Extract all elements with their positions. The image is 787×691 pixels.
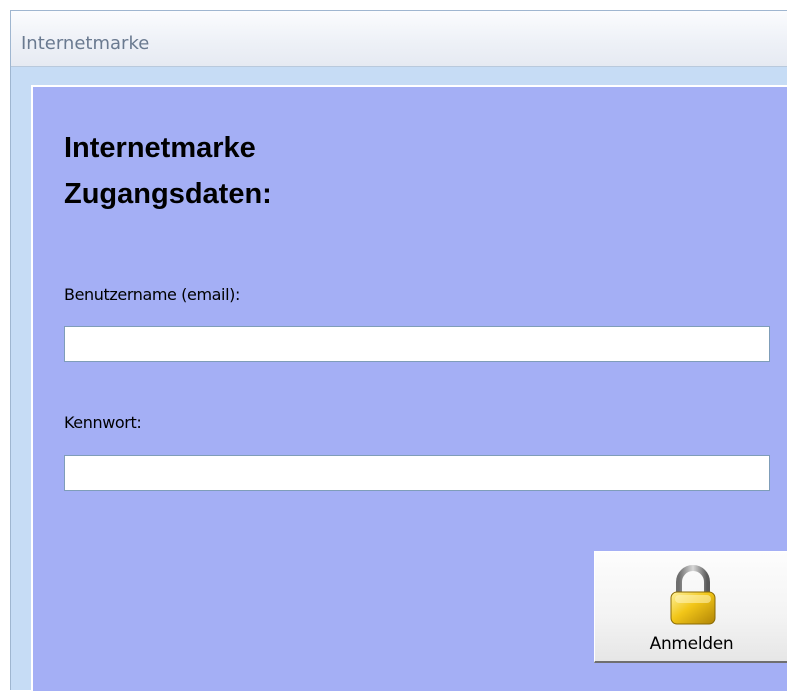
login-button[interactable]: Anmelden (594, 551, 787, 663)
username-input[interactable] (64, 326, 770, 362)
login-panel: Internetmarke Zugangsdaten: Benutzername… (31, 85, 787, 691)
form-heading: Internetmarke Zugangsdaten: (64, 125, 272, 217)
title-bar: Internetmarke (11, 11, 787, 67)
form-heading-line2: Zugangsdaten: (64, 178, 272, 210)
window-title: Internetmarke (21, 33, 150, 54)
form-heading-line1: Internetmarke (64, 132, 256, 164)
lock-icon (670, 565, 716, 625)
password-input[interactable] (64, 455, 770, 491)
username-label: Benutzername (email): (64, 285, 240, 304)
login-button-label: Anmelden (649, 634, 734, 654)
password-label: Kennwort: (64, 413, 142, 432)
login-window: Internetmarke Internetmarke Zugangsdaten… (10, 10, 787, 691)
